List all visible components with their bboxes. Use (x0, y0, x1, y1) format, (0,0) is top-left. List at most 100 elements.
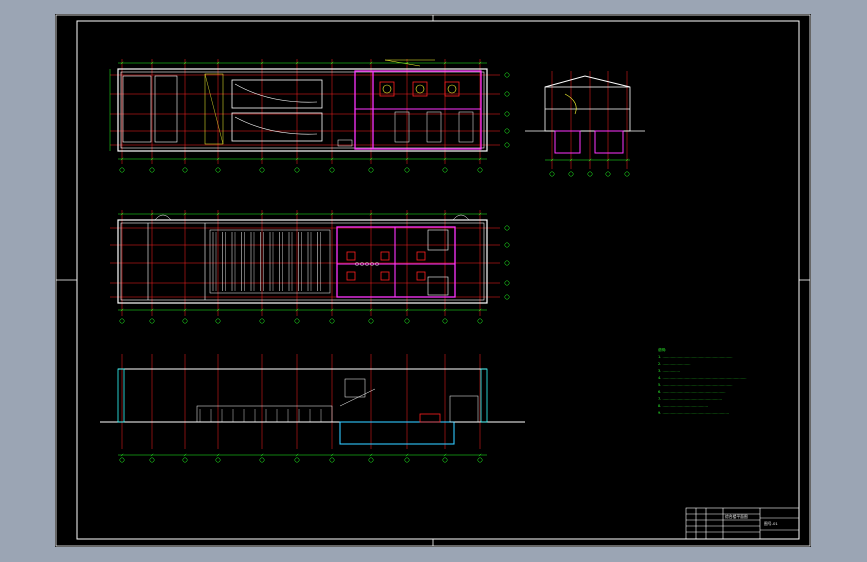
drawing-frame (76, 20, 800, 540)
axis-bubble (329, 457, 335, 463)
axis-bubble (477, 167, 483, 173)
exterior-wall (117, 68, 488, 152)
note-line: 6. ……………………………………………… (658, 390, 726, 394)
equipment-bay (336, 226, 456, 298)
pump-unit (416, 251, 426, 261)
note-line: 8. ………………………………… (658, 404, 708, 408)
note-line: 7. …………………………………………… (658, 397, 722, 401)
note-line: 9. ………………………………………………… (658, 411, 729, 415)
axis-bubble (624, 171, 630, 177)
title-block-drawing-number: 图号-01 (764, 521, 778, 526)
exterior-wall (117, 219, 488, 304)
axis-bubble (329, 318, 335, 324)
axis-bubble (587, 171, 593, 177)
axis-bubble (182, 167, 188, 173)
diagonal-hatch (204, 73, 224, 145)
axis-bubble (477, 318, 483, 324)
title-block-drawing-title: 综合楼平面图 (725, 514, 748, 519)
sheet-border (55, 14, 811, 547)
equipment-block (449, 395, 479, 423)
axis-bubble (368, 167, 374, 173)
pump-unit (380, 251, 390, 261)
axis-bubble (119, 167, 125, 173)
axis-bubble (182, 457, 188, 463)
note-line: 3. …………… (658, 369, 680, 373)
room-outline (154, 75, 178, 143)
axis-bubble (259, 318, 265, 324)
underground-tank (594, 130, 624, 154)
axis-bubble (329, 167, 335, 173)
design-notes: 说明: 1. …………………………………………………… 2. …………………… … (658, 347, 778, 417)
pipe-curve (564, 93, 577, 115)
glazed-wall (117, 368, 125, 423)
axis-bubble (368, 457, 374, 463)
pump-unit (346, 271, 356, 281)
axis-bubble (215, 167, 221, 173)
pump-unit (416, 271, 426, 281)
note-line: 4. ……………………………………………………………… (658, 376, 747, 380)
roof-line (544, 75, 631, 88)
tank-outline (231, 112, 323, 142)
door-swing (154, 214, 172, 221)
axis-bubble (504, 294, 510, 300)
glazed-wall (480, 368, 488, 423)
interior-wall (120, 222, 485, 301)
equipment-bay (354, 70, 482, 150)
axis-bubble (404, 167, 410, 173)
axis-bubble (504, 225, 510, 231)
axis-bubble (119, 457, 125, 463)
pump-symbol (447, 84, 457, 94)
pump-symbol (415, 84, 425, 94)
axis-bubble (549, 171, 555, 177)
note-line: 5. …………………………………………………… (658, 383, 733, 387)
note-line: 1. …………………………………………………… (658, 355, 733, 359)
axis-bubble (442, 457, 448, 463)
axis-bubble (215, 318, 221, 324)
longitudinal-section (100, 354, 525, 463)
axis-bubble (149, 457, 155, 463)
axis-bubble (504, 260, 510, 266)
axis-bubble (605, 171, 611, 177)
title-block (685, 507, 800, 540)
room-outline (122, 75, 152, 143)
axis-bubble (294, 318, 300, 324)
equipment-block (426, 111, 442, 143)
axis-bubble (504, 142, 510, 148)
axis-bubble (504, 242, 510, 248)
pump-unit (380, 271, 390, 281)
axis-bubble (504, 280, 510, 286)
axis-bubble (149, 167, 155, 173)
cad-drawing-canvas (55, 14, 811, 547)
axis-bubble (182, 318, 188, 324)
equipment-block (458, 111, 474, 143)
axis-bubble (294, 167, 300, 173)
pump-unit (346, 251, 356, 261)
axis-bubble (404, 457, 410, 463)
axis-bubble (477, 457, 483, 463)
axis-bubble (294, 457, 300, 463)
axis-bubble (442, 318, 448, 324)
axis-bubble (215, 457, 221, 463)
notes-title: 说明: (658, 348, 667, 352)
axis-bubble (149, 318, 155, 324)
axis-bubble (504, 128, 510, 134)
ground-floor-plan (110, 210, 510, 324)
filter-section (196, 405, 333, 423)
axis-bubble (568, 171, 574, 177)
equipment-block (344, 378, 366, 398)
axis-bubble (119, 318, 125, 324)
centering-marks (56, 15, 810, 546)
tank-curve (234, 116, 318, 135)
axis-bubble (504, 91, 510, 97)
axis-bubble (404, 318, 410, 324)
upper-floor-plan (109, 59, 510, 173)
axis-bubble (259, 457, 265, 463)
door-swing (452, 214, 470, 221)
clearwater-tank (339, 421, 455, 445)
axis-bubble (442, 167, 448, 173)
interior-wall (120, 71, 485, 149)
pump-unit (419, 413, 441, 423)
tank-curve (234, 83, 318, 103)
pump-symbol (382, 84, 392, 94)
note-line: 2. …………………… (658, 362, 691, 366)
